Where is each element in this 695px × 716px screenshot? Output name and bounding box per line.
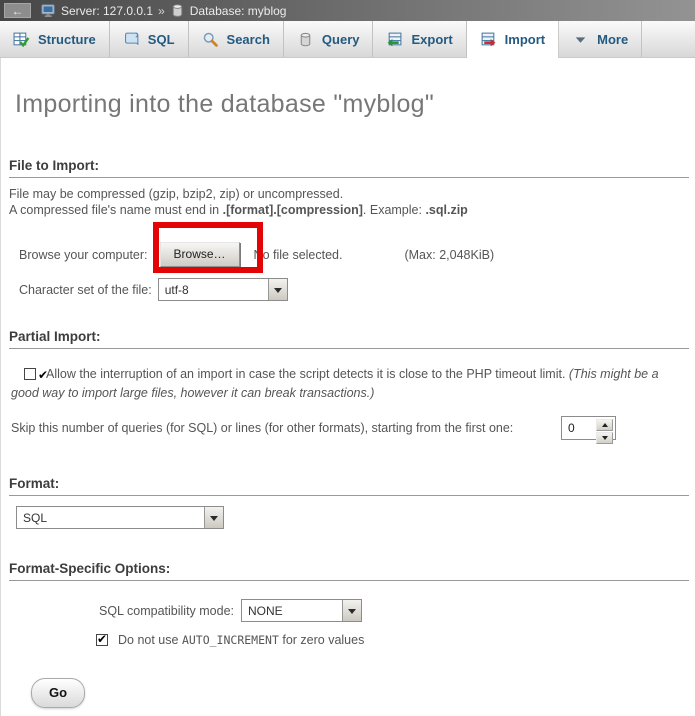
tab-import[interactable]: Import <box>467 21 559 58</box>
structure-icon <box>13 31 30 48</box>
export-icon <box>386 31 403 48</box>
format-heading: Format: <box>9 476 689 496</box>
page-title: Importing into the database "myblog" <box>15 90 434 119</box>
dropdown-arrow-icon[interactable] <box>204 507 223 528</box>
tab-search[interactable]: Search <box>189 21 284 57</box>
compression-note: File may be compressed (gzip, bzip2, zip… <box>9 187 468 218</box>
tab-label: Query <box>322 32 360 47</box>
tab-bar: Structure SQL Search Query Export <box>0 21 695 58</box>
browse-button[interactable]: Browse… <box>160 242 240 267</box>
server-icon <box>41 3 56 18</box>
tab-query[interactable]: Query <box>284 21 374 57</box>
breadcrumb-separator: » <box>158 4 165 18</box>
skip-queries-row: Skip this number of queries (for SQL) or… <box>11 416 616 440</box>
import-icon <box>480 31 497 48</box>
chevron-down-icon <box>572 31 589 48</box>
auto-increment-checkbox[interactable] <box>96 634 108 646</box>
note-example: .sql.zip <box>425 203 467 217</box>
skip-queries-input[interactable]: 0 <box>561 416 616 440</box>
browse-label: Browse your computer: <box>19 248 148 262</box>
tab-label: Export <box>411 32 452 47</box>
max-size-text: (Max: 2,048KiB) <box>404 248 494 262</box>
tab-more[interactable]: More <box>559 21 642 57</box>
phpmyadmin-import-page: ← Server: 127.0.0.1 » Database: myblog S… <box>0 0 695 716</box>
go-button[interactable]: Go <box>31 678 85 708</box>
charset-selected-value: utf-8 <box>159 279 268 300</box>
browse-row: Browse your computer: Browse… No file se… <box>19 242 494 267</box>
spinner-up-button[interactable] <box>596 419 613 431</box>
tab-label: SQL <box>148 32 175 47</box>
tab-label: Structure <box>38 32 96 47</box>
tab-structure[interactable]: Structure <box>0 21 110 57</box>
dropdown-arrow-icon[interactable] <box>342 600 361 621</box>
file-to-import-heading: File to Import: <box>9 158 689 178</box>
breadcrumb: ← Server: 127.0.0.1 » Database: myblog <box>0 0 695 21</box>
sql-compatibility-label: SQL compatibility mode: <box>99 604 234 618</box>
tab-sql[interactable]: SQL <box>110 21 189 57</box>
sql-compatibility-row: SQL compatibility mode: NONE <box>99 599 362 622</box>
auto-increment-row: Do not use AUTO_INCREMENT for zero value… <box>96 633 364 647</box>
allow-interrupt-text: Allow the interruption of an import in c… <box>46 367 569 381</box>
tab-export[interactable]: Export <box>373 21 466 57</box>
spinner-down-button[interactable] <box>596 432 613 444</box>
note-line1: File may be compressed (gzip, bzip2, zip… <box>9 187 343 201</box>
no-file-selected-text: No file selected. <box>254 248 343 262</box>
charset-select[interactable]: utf-8 <box>158 278 288 301</box>
skip-queries-value: 0 <box>564 419 596 437</box>
back-arrow-button[interactable]: ← <box>4 3 31 18</box>
tab-label: Import <box>505 32 545 47</box>
charset-label: Character set of the file: <box>19 283 152 297</box>
breadcrumb-database[interactable]: Database: myblog <box>190 4 287 18</box>
format-selected-value: SQL <box>17 507 204 528</box>
sql-compatibility-value: NONE <box>242 600 342 621</box>
auto-increment-code: AUTO_INCREMENT <box>182 633 279 647</box>
main-content: Importing into the database "myblog" Fil… <box>0 58 695 716</box>
allow-interrupt-row: Allow the interruption of an import in c… <box>11 365 687 403</box>
note-line2-mid: . Example: <box>363 203 426 217</box>
auto-increment-prefix: Do not use <box>118 633 182 647</box>
search-icon <box>202 31 219 48</box>
dropdown-arrow-icon[interactable] <box>268 279 287 300</box>
charset-row: Character set of the file: utf-8 <box>19 278 288 301</box>
note-line2-prefix: A compressed file's name must end in <box>9 203 223 217</box>
skip-queries-label: Skip this number of queries (for SQL) or… <box>11 421 513 435</box>
spinner-buttons <box>596 419 613 437</box>
format-specific-options-heading: Format-Specific Options: <box>9 561 689 581</box>
query-icon <box>297 31 314 48</box>
tab-label: Search <box>227 32 270 47</box>
breadcrumb-server[interactable]: Server: 127.0.0.1 <box>61 4 153 18</box>
note-format-pattern: .[format].[compression] <box>223 203 363 217</box>
partial-import-heading: Partial Import: <box>9 329 689 349</box>
sql-compatibility-select[interactable]: NONE <box>241 599 362 622</box>
database-icon <box>170 3 185 18</box>
auto-increment-suffix: for zero values <box>279 633 364 647</box>
auto-increment-label: Do not use AUTO_INCREMENT for zero value… <box>118 633 364 647</box>
tab-label: More <box>597 32 628 47</box>
sql-icon <box>123 31 140 48</box>
format-select[interactable]: SQL <box>16 506 224 529</box>
allow-interrupt-checkbox[interactable] <box>24 368 36 380</box>
